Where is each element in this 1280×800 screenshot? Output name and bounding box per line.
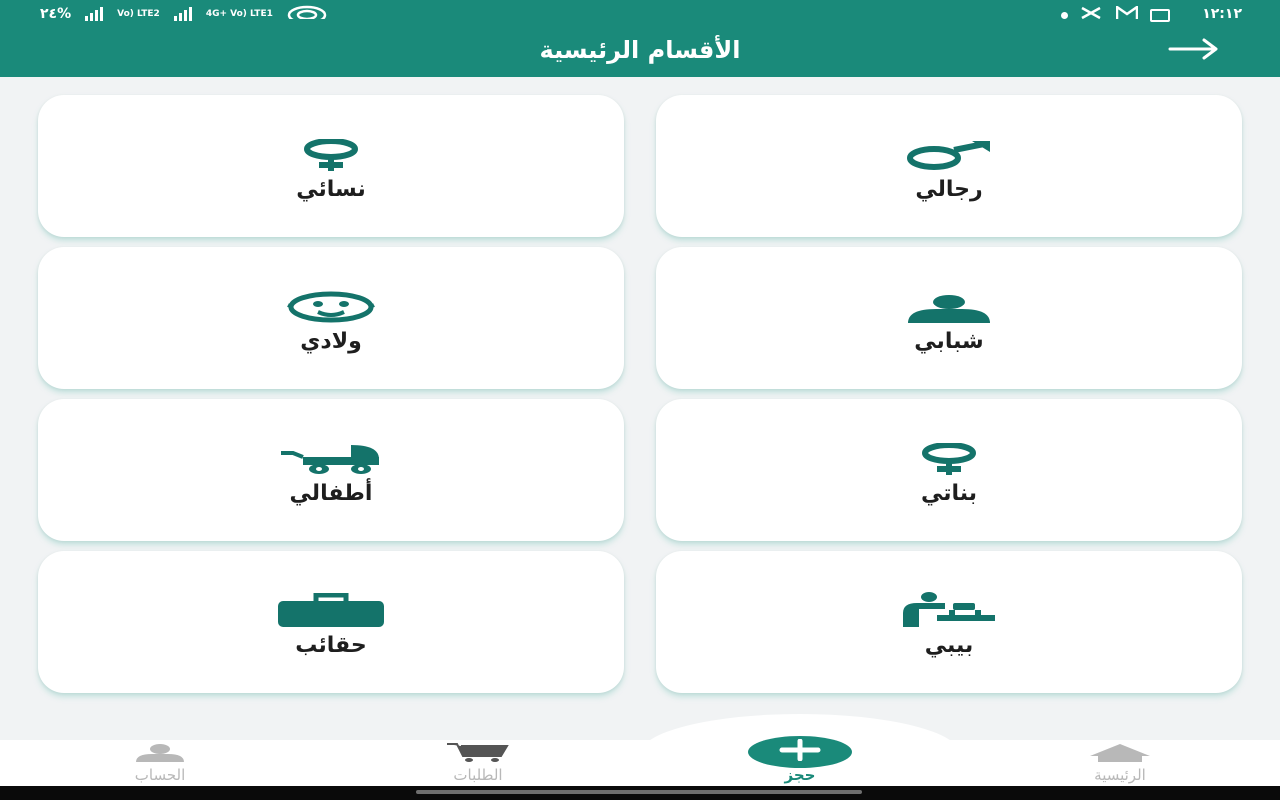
category-label: بناتي bbox=[920, 480, 978, 506]
category-label: نسائي bbox=[296, 176, 366, 202]
category-label: أطفالي bbox=[289, 480, 373, 506]
nav-item-orders[interactable]: الطلبات bbox=[388, 740, 568, 786]
nav-label: حجز bbox=[784, 766, 816, 784]
person-icon bbox=[134, 744, 186, 766]
baby-changing-icon bbox=[901, 587, 997, 627]
stroller-icon bbox=[281, 435, 381, 475]
page-title: الأقسام الرئيسية bbox=[539, 36, 741, 64]
nav-label: الرئيسية bbox=[1094, 766, 1146, 784]
female-symbol-icon bbox=[919, 435, 979, 475]
signal-icon-2 bbox=[173, 7, 192, 21]
category-label: بيبي bbox=[924, 632, 974, 658]
category-card-girls[interactable]: بناتي bbox=[656, 399, 1242, 541]
book-fab-button[interactable] bbox=[748, 736, 852, 768]
arrow-right-icon bbox=[1168, 38, 1220, 64]
cart-icon bbox=[447, 742, 509, 766]
wifi-icon bbox=[287, 5, 327, 25]
category-label: حقائب bbox=[295, 632, 367, 658]
nav-item-account[interactable]: الحساب bbox=[70, 740, 250, 786]
app-screen: ١٢:١٢ ٢٤% Vo) LTE2 4G+ Vo) LTE1 الأقسام … bbox=[0, 0, 1280, 800]
category-card-women[interactable]: نسائي bbox=[38, 95, 624, 237]
battery-text: ٢٤% bbox=[40, 6, 72, 22]
category-card-boys[interactable]: ولادي bbox=[38, 247, 624, 389]
nav-item-home[interactable]: الرئيسية bbox=[1030, 740, 1210, 786]
app-header: ١٢:١٢ ٢٤% Vo) LTE2 4G+ Vo) LTE1 الأقسام … bbox=[0, 0, 1280, 77]
female-symbol-icon bbox=[301, 131, 361, 171]
status-bar: ١٢:١٢ ٢٤% Vo) LTE2 4G+ Vo) LTE1 bbox=[0, 0, 1280, 32]
scissors-icon bbox=[1080, 6, 1104, 24]
category-card-youth[interactable]: شبابي bbox=[656, 247, 1242, 389]
category-label: شبابي bbox=[914, 328, 984, 354]
notification-icons bbox=[1061, 4, 1170, 24]
mail-icon bbox=[1115, 4, 1139, 24]
category-label: رجالي bbox=[915, 176, 983, 202]
back-button[interactable] bbox=[1166, 36, 1222, 66]
bottom-navigation: الرئيسية حجز الطلبات الحساب bbox=[0, 740, 1280, 786]
category-card-bags[interactable]: حقائب bbox=[38, 551, 624, 693]
young-person-icon bbox=[906, 283, 992, 323]
home-gesture-handle[interactable] bbox=[416, 790, 862, 794]
gallery-icon bbox=[1150, 8, 1170, 22]
briefcase-icon bbox=[278, 587, 384, 627]
system-icons: ٢٤% Vo) LTE2 4G+ Vo) LTE1 bbox=[40, 5, 327, 25]
baby-face-icon bbox=[286, 283, 376, 323]
category-card-kids[interactable]: أطفالي bbox=[38, 399, 624, 541]
male-symbol-icon bbox=[906, 131, 992, 171]
home-icon bbox=[1090, 744, 1150, 766]
nav-label: الطلبات bbox=[453, 766, 503, 784]
status-time: ١٢:١٢ bbox=[1202, 6, 1242, 22]
plus-icon bbox=[770, 738, 830, 765]
dot-icon bbox=[1061, 11, 1068, 19]
network-label-1: Vo) LTE2 bbox=[117, 9, 160, 19]
category-label: ولادي bbox=[300, 328, 362, 354]
network-label-2: 4G+ Vo) LTE1 bbox=[205, 9, 273, 19]
signal-icon bbox=[85, 7, 104, 21]
category-card-men[interactable]: رجالي bbox=[656, 95, 1242, 237]
category-card-baby[interactable]: بيبي bbox=[656, 551, 1242, 693]
nav-label: الحساب bbox=[134, 766, 186, 784]
categories-grid: رجالي نسائي شبابي ولادي بناتي أطفالي بيب… bbox=[0, 95, 1280, 695]
